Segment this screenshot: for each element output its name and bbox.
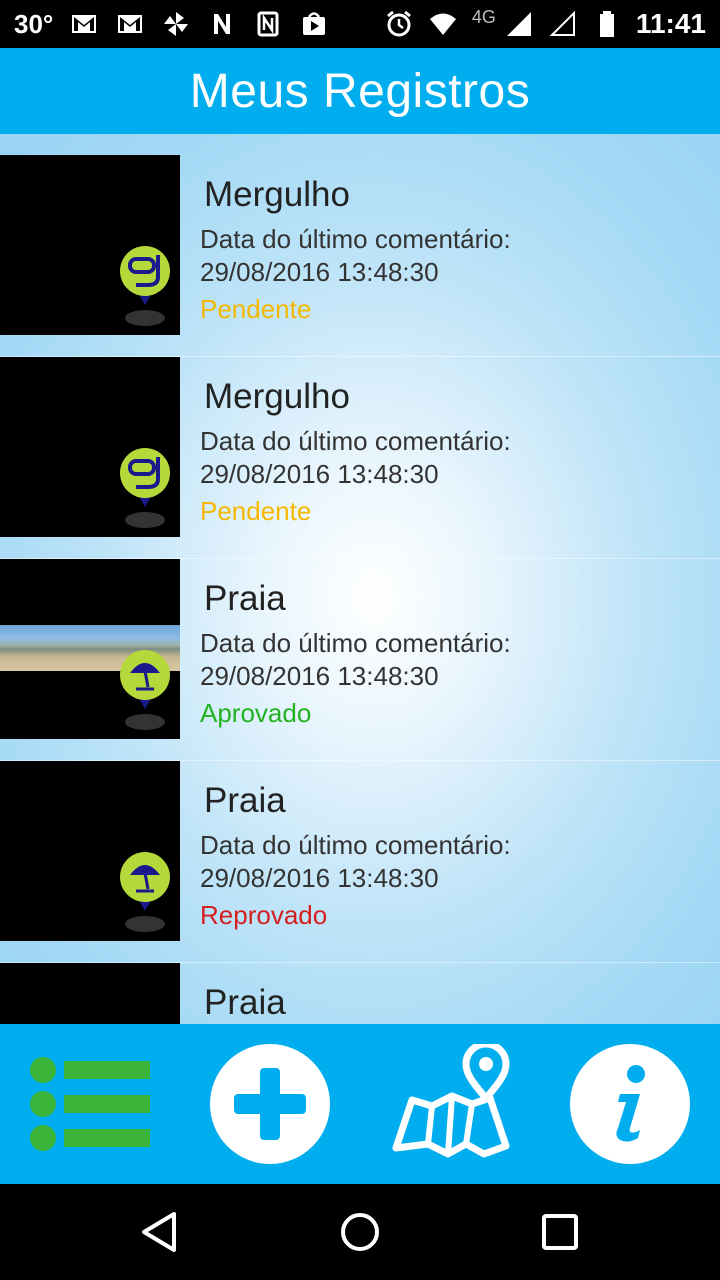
record-thumbnail xyxy=(0,559,180,739)
record-date: 29/08/2016 13:48:30 xyxy=(200,661,439,691)
signal-empty-icon xyxy=(548,10,578,38)
record-title: Mergulho xyxy=(204,175,350,214)
tab-info[interactable] xyxy=(570,1044,690,1164)
record-text: Mergulho Data do último comentário: 29/0… xyxy=(200,377,511,528)
recents-button[interactable] xyxy=(536,1208,584,1256)
recents-icon xyxy=(542,1214,578,1250)
page-title: Meus Registros xyxy=(189,64,531,118)
status-badge: Pendente xyxy=(200,294,312,324)
wifi-icon xyxy=(428,10,458,38)
app-bar: Meus Registros xyxy=(0,48,720,134)
status-badge: Reprovado xyxy=(200,900,328,930)
pinwheel-icon xyxy=(161,10,191,38)
n-icon xyxy=(207,10,237,38)
record-title: Praia xyxy=(204,983,286,1022)
nfc-icon xyxy=(253,10,283,38)
records-list: Mergulho Data do último comentário: 29/0… xyxy=(0,155,720,1024)
system-nav-bar xyxy=(0,1184,720,1280)
alarm-icon xyxy=(384,10,414,38)
record-date: 29/08/2016 13:48:30 xyxy=(200,863,439,893)
record-text: Praia xyxy=(200,983,286,1024)
bottom-tab-bar xyxy=(0,1024,720,1184)
status-badge: Pendente xyxy=(200,496,312,526)
record-text: Mergulho Data do último comentário: 29/0… xyxy=(200,175,511,326)
snorkel-icon xyxy=(120,448,170,528)
list-icon xyxy=(30,1057,150,1151)
tab-map[interactable] xyxy=(390,1044,510,1164)
record-text: Praia Data do último comentário: 29/08/2… xyxy=(200,579,511,730)
record-title: Praia xyxy=(204,579,286,618)
signal-icon xyxy=(504,10,534,38)
play-store-icon xyxy=(299,10,329,38)
status-bar: 30° 4G 11:41 xyxy=(0,0,720,48)
gmail-icon xyxy=(69,10,99,38)
add-icon xyxy=(210,1044,330,1164)
tab-add-record[interactable] xyxy=(210,1044,330,1164)
records-list-area[interactable]: Mergulho Data do último comentário: 29/0… xyxy=(0,134,720,1024)
list-item[interactable]: Praia Data do último comentário: 29/08/2… xyxy=(0,559,720,761)
battery-icon xyxy=(592,10,622,38)
snorkel-icon xyxy=(120,246,170,326)
record-thumbnail xyxy=(0,963,180,1024)
clock: 11:41 xyxy=(635,8,706,39)
home-icon xyxy=(341,1213,379,1251)
record-comment-label: Data do último comentário: xyxy=(200,830,511,860)
record-thumbnail xyxy=(0,761,180,941)
tab-my-records[interactable] xyxy=(30,1044,150,1164)
record-title: Mergulho xyxy=(204,377,350,416)
network-type: 4G xyxy=(471,6,496,27)
temperature: 30° xyxy=(14,8,54,39)
list-item[interactable]: Mergulho Data do último comentário: 29/0… xyxy=(0,357,720,559)
record-thumbnail xyxy=(0,357,180,537)
info-icon xyxy=(570,1044,690,1164)
record-comment-label: Data do último comentário: xyxy=(200,224,511,254)
record-text: Praia Data do último comentário: 29/08/2… xyxy=(200,781,511,932)
umbrella-icon xyxy=(120,650,170,730)
home-button[interactable] xyxy=(336,1208,384,1256)
record-date: 29/08/2016 13:48:30 xyxy=(200,459,439,489)
back-button[interactable] xyxy=(136,1208,184,1256)
record-comment-label: Data do último comentário: xyxy=(200,426,511,456)
list-item[interactable]: Mergulho Data do último comentário: 29/0… xyxy=(0,155,720,357)
record-date: 29/08/2016 13:48:30 xyxy=(200,257,439,287)
map-pin-icon xyxy=(392,1044,510,1158)
list-item[interactable]: Praia xyxy=(0,963,720,1024)
umbrella-icon xyxy=(120,852,170,932)
status-badge: Aprovado xyxy=(200,698,312,728)
back-icon xyxy=(142,1212,176,1252)
list-item[interactable]: Praia Data do último comentário: 29/08/2… xyxy=(0,761,720,963)
record-thumbnail xyxy=(0,155,180,335)
record-comment-label: Data do último comentário: xyxy=(200,628,511,658)
record-title: Praia xyxy=(204,781,286,820)
gmail-icon xyxy=(115,10,145,38)
